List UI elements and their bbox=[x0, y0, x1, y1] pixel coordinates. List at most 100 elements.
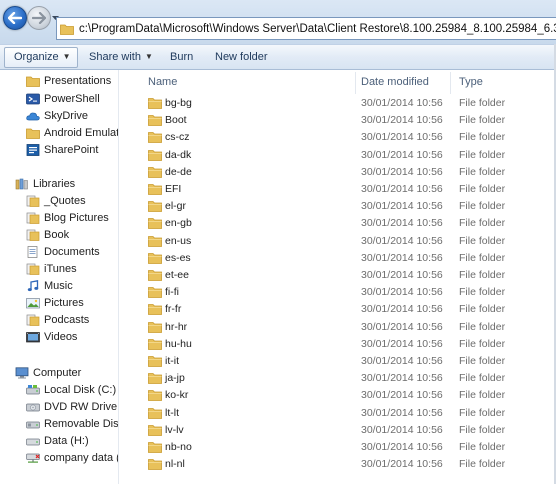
file-type: File folder bbox=[459, 389, 506, 402]
file-row[interactable]: fi-fi 30/01/2014 10:56 File folder bbox=[143, 284, 556, 301]
file-row[interactable]: de-de 30/01/2014 10:56 File folder bbox=[143, 164, 556, 181]
documents-icon bbox=[26, 245, 40, 258]
nav-item-dvd-drive[interactable]: DVD RW Drive (D: bbox=[26, 398, 118, 415]
file-name: bg-bg bbox=[165, 97, 192, 109]
file-row[interactable]: ja-jp 30/01/2014 10:56 File folder bbox=[143, 370, 556, 387]
forward-button[interactable] bbox=[27, 6, 51, 30]
file-name: EFI bbox=[165, 183, 182, 195]
file-name: en-gb bbox=[165, 217, 192, 230]
file-row[interactable]: EFI 30/01/2014 10:56 File folder bbox=[143, 181, 556, 198]
sharepoint-icon bbox=[26, 143, 40, 156]
file-date-modified: 30/01/2014 10:56 bbox=[361, 372, 443, 385]
nav-item-videos[interactable]: Videos bbox=[26, 328, 118, 345]
pane-splitter[interactable] bbox=[118, 70, 143, 484]
nav-item-label: _Quotes bbox=[44, 194, 86, 207]
file-row[interactable]: lt-lt 30/01/2014 10:56 File folder bbox=[143, 405, 556, 422]
nav-item-documents[interactable]: Documents bbox=[26, 243, 118, 260]
file-type: File folder bbox=[459, 131, 506, 144]
nav-item-local-disk[interactable]: Local Disk (C:) bbox=[26, 381, 118, 398]
file-row[interactable]: nb-no 30/01/2014 10:56 File folder bbox=[143, 439, 556, 456]
address-path: c:\ProgramData\Microsoft\Windows Server\… bbox=[79, 22, 556, 35]
file-type: File folder bbox=[459, 251, 506, 264]
file-date-modified: 30/01/2014 10:56 bbox=[361, 114, 443, 127]
column-divider[interactable] bbox=[450, 72, 451, 94]
file-row[interactable]: lv-lv 30/01/2014 10:56 File folder bbox=[143, 422, 556, 439]
nav-item-powershell[interactable]: PowerShell bbox=[26, 90, 118, 107]
file-row[interactable]: hu-hu 30/01/2014 10:56 File folder bbox=[143, 336, 556, 353]
nav-item-data-drive[interactable]: Data (H:) bbox=[26, 432, 118, 449]
nav-item-music[interactable]: Music bbox=[26, 277, 118, 294]
nav-item-removable-disk[interactable]: Removable Disk (I bbox=[26, 415, 118, 432]
file-row[interactable]: ko-kr 30/01/2014 10:56 File folder bbox=[143, 387, 556, 404]
folder-icon bbox=[148, 389, 162, 404]
folder-icon bbox=[148, 424, 162, 439]
file-name: de-de bbox=[165, 165, 192, 178]
burn-button[interactable]: Burn bbox=[170, 45, 193, 71]
file-row[interactable]: en-us 30/01/2014 10:56 File folder bbox=[143, 233, 556, 250]
nav-item-android-emulator[interactable]: Android Emulator bbox=[26, 124, 118, 141]
file-row[interactable]: el-gr 30/01/2014 10:56 File folder bbox=[143, 198, 556, 215]
nav-item-label: Removable Disk (I bbox=[44, 417, 118, 430]
back-button[interactable] bbox=[3, 6, 27, 30]
share-with-button[interactable]: Share with ▼ bbox=[89, 45, 153, 71]
new-folder-button[interactable]: New folder bbox=[215, 45, 268, 71]
nav-item-label: Music bbox=[44, 279, 73, 292]
organize-button[interactable]: Organize ▼ bbox=[4, 47, 78, 68]
file-name: lt-lt bbox=[165, 406, 179, 419]
file-type: File folder bbox=[459, 200, 506, 213]
file-type: File folder bbox=[459, 148, 506, 161]
nav-item-quotes[interactable]: _Quotes bbox=[26, 192, 118, 209]
column-headers: Name Date modified Type bbox=[143, 72, 556, 94]
file-name: fi-fi bbox=[165, 286, 179, 299]
folder-icon bbox=[148, 407, 162, 422]
nav-item-blog-pictures[interactable]: Blog Pictures bbox=[26, 209, 118, 226]
file-date-modified: 30/01/2014 10:56 bbox=[361, 286, 443, 299]
column-header-type[interactable]: Type bbox=[459, 76, 483, 88]
folder-icon bbox=[148, 235, 162, 250]
folder-icon bbox=[148, 166, 162, 181]
file-row[interactable]: da-dk 30/01/2014 10:56 File folder bbox=[143, 147, 556, 164]
nav-item-libraries[interactable]: Libraries bbox=[15, 175, 118, 192]
file-type: File folder bbox=[459, 441, 506, 453]
file-type: File folder bbox=[459, 269, 506, 281]
file-row[interactable]: es-es 30/01/2014 10:56 File folder bbox=[143, 250, 556, 267]
nav-item-company-data[interactable]: company data (\\ bbox=[26, 449, 118, 466]
nav-item-podcasts[interactable]: Podcasts bbox=[26, 311, 118, 328]
file-row[interactable]: fr-fr 30/01/2014 10:56 File folder bbox=[143, 301, 556, 318]
nav-item-label: Data (H:) bbox=[44, 434, 89, 447]
file-row[interactable]: nl-nl 30/01/2014 10:56 File folder bbox=[143, 456, 556, 473]
nav-item-label: Presentations bbox=[44, 74, 112, 87]
nav-item-label: Local Disk (C:) bbox=[44, 383, 117, 396]
file-row[interactable]: Boot 30/01/2014 10:56 File folder bbox=[143, 112, 556, 129]
library-icon bbox=[26, 211, 40, 224]
nav-item-computer[interactable]: Computer bbox=[15, 364, 118, 381]
nav-item-sharepoint[interactable]: SharePoint bbox=[26, 141, 118, 158]
nav-item-itunes[interactable]: iTunes bbox=[26, 260, 118, 277]
file-type: File folder bbox=[459, 372, 506, 385]
address-bar-row: c:\ProgramData\Microsoft\Windows Server\… bbox=[0, 0, 556, 44]
file-row[interactable]: en-gb 30/01/2014 10:56 File folder bbox=[143, 215, 556, 232]
nav-item-presentations[interactable]: Presentations bbox=[26, 72, 118, 89]
file-date-modified: 30/01/2014 10:56 bbox=[361, 337, 443, 350]
file-row[interactable]: et-ee 30/01/2014 10:56 File folder bbox=[143, 267, 556, 284]
computer-icon bbox=[15, 366, 29, 379]
column-header-name[interactable]: Name bbox=[148, 76, 177, 88]
folder-icon bbox=[148, 97, 162, 112]
file-row[interactable]: hr-hr 30/01/2014 10:56 File folder bbox=[143, 319, 556, 336]
column-divider[interactable] bbox=[355, 72, 356, 94]
library-icon bbox=[26, 313, 40, 326]
file-type: File folder bbox=[459, 183, 506, 195]
column-header-date-modified[interactable]: Date modified bbox=[361, 76, 429, 88]
file-row[interactable]: it-it 30/01/2014 10:56 File folder bbox=[143, 353, 556, 370]
file-row[interactable]: bg-bg 30/01/2014 10:56 File folder bbox=[143, 95, 556, 112]
nav-item-label: company data (\\ bbox=[44, 451, 118, 464]
address-field[interactable]: c:\ProgramData\Microsoft\Windows Server\… bbox=[56, 17, 556, 40]
file-row[interactable]: cs-cz 30/01/2014 10:56 File folder bbox=[143, 129, 556, 146]
nav-item-book[interactable]: Book bbox=[26, 226, 118, 243]
library-icon bbox=[26, 194, 40, 207]
nav-item-label: Blog Pictures bbox=[44, 211, 109, 224]
nav-item-skydrive[interactable]: SkyDrive bbox=[26, 107, 118, 124]
folder-icon bbox=[148, 131, 162, 146]
library-icon bbox=[26, 228, 40, 241]
nav-item-pictures[interactable]: Pictures bbox=[26, 294, 118, 311]
